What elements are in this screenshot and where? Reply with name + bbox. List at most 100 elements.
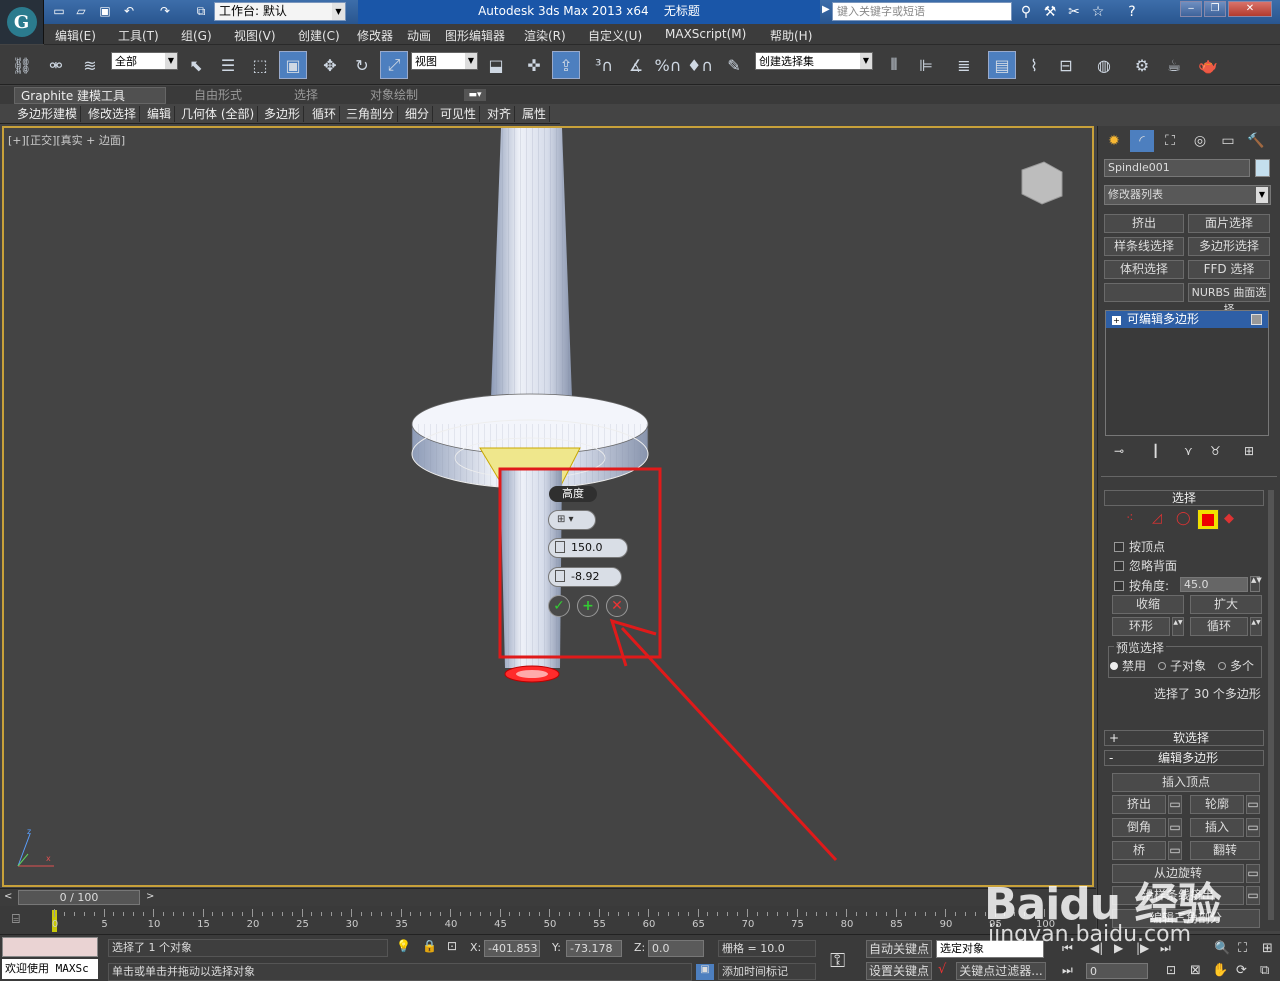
- fov-icon[interactable]: ⊠: [1190, 963, 1201, 978]
- project-folder-icon[interactable]: ⧉: [192, 2, 210, 20]
- y-coord-field[interactable]: -73.178: [566, 940, 622, 957]
- bridge-settings-icon[interactable]: ▭: [1168, 841, 1182, 860]
- subscription-icon[interactable]: ⚒: [1040, 2, 1060, 22]
- viewport[interactable]: [+][正交][真实 + 边面] z x 高度 ⊞ ▾ 150.0 -8.92 …: [2, 126, 1094, 887]
- time-slider[interactable]: 0 / 100: [18, 890, 140, 905]
- bridge-button[interactable]: 桥: [1112, 841, 1166, 860]
- create-tab-icon[interactable]: ✹: [1102, 130, 1126, 152]
- rotate-icon[interactable]: ↻: [348, 51, 376, 79]
- render-setup-icon[interactable]: ⚙: [1128, 51, 1156, 79]
- mod-ffd-select-button[interactable]: FFD 选择: [1188, 260, 1270, 279]
- caddy-height-field[interactable]: 150.0: [548, 538, 628, 558]
- angle-spinner[interactable]: 45.0: [1180, 577, 1248, 592]
- layer-manager-icon[interactable]: ≣: [950, 51, 978, 79]
- caddy-outline-field[interactable]: -8.92: [548, 567, 622, 587]
- panel-visibility[interactable]: 可见性: [437, 106, 481, 122]
- zoom-icon[interactable]: 🔍: [1214, 941, 1230, 956]
- edge-mode-icon[interactable]: ◿: [1152, 511, 1162, 526]
- menu-maxscript[interactable]: MAXScript(M): [665, 27, 746, 41]
- angle-spinner-arrows[interactable]: ▲▼: [1250, 576, 1262, 592]
- mod-spline-select-button[interactable]: 样条线选择: [1104, 237, 1184, 256]
- current-frame-field[interactable]: 0: [1086, 963, 1148, 979]
- modifier-list-select[interactable]: 修改器列表 ▼: [1104, 185, 1271, 205]
- help-icon[interactable]: ?: [1122, 2, 1142, 22]
- select-object-icon[interactable]: ⬉: [182, 51, 210, 79]
- menu-create[interactable]: 创建(C): [298, 27, 340, 44]
- panel-loops[interactable]: 循环: [309, 106, 341, 122]
- mod-empty-button[interactable]: [1104, 283, 1184, 302]
- panel-tris[interactable]: 三角剖分: [343, 106, 399, 122]
- ref-coord-select[interactable]: 视图 ▼: [411, 52, 478, 70]
- menu-views[interactable]: 视图(V): [234, 27, 276, 44]
- menu-group[interactable]: 组(G): [181, 27, 212, 44]
- rendered-frame-icon[interactable]: ☕: [1160, 51, 1188, 79]
- key-filters-button[interactable]: 关键点过滤器...: [956, 962, 1046, 980]
- app-logo-button[interactable]: G: [0, 0, 44, 44]
- panel-edit[interactable]: 编辑: [144, 106, 176, 122]
- ignore-backface-checkbox[interactable]: 忽略背面: [1114, 557, 1177, 574]
- set-key-icon[interactable]: ⚿: [830, 948, 845, 972]
- outline-settings-icon[interactable]: ▭: [1246, 795, 1260, 814]
- maxscript-listener-mini[interactable]: [2, 937, 98, 957]
- rollout-soft-selection-header[interactable]: + 软选择: [1104, 730, 1264, 746]
- orbit-icon[interactable]: ⟳: [1236, 963, 1247, 978]
- pin-stack-icon[interactable]: ⊸: [1114, 444, 1124, 458]
- mini-curve-editor-icon[interactable]: ⌸: [12, 912, 20, 927]
- workspace-select[interactable]: 工作台: 默认 ▼: [214, 2, 346, 21]
- configure-sets-icon[interactable]: ⊞: [1244, 444, 1254, 458]
- select-manipulate-icon[interactable]: ✜: [520, 51, 548, 79]
- key-mode-toggle-icon[interactable]: ⏭: [1062, 963, 1073, 978]
- object-color-swatch[interactable]: [1255, 159, 1270, 177]
- snap-3-icon[interactable]: ³∩: [590, 51, 618, 79]
- menu-rendering[interactable]: 渲染(R): [524, 27, 566, 44]
- outline-button[interactable]: 轮廓: [1190, 795, 1244, 814]
- mod-extrude-button[interactable]: 挤出: [1104, 214, 1184, 233]
- menu-customize[interactable]: 自定义(U): [588, 27, 642, 44]
- welcome-field[interactable]: 欢迎使用 MAXSc: [2, 959, 98, 979]
- curve-editor-icon[interactable]: ⌇: [1020, 51, 1048, 79]
- flip-button[interactable]: 翻转: [1190, 841, 1260, 860]
- lock-selection-icon[interactable]: 🔒: [422, 939, 437, 953]
- motion-tab-icon[interactable]: ◎: [1188, 130, 1212, 152]
- zoom-all-icon[interactable]: ⊞: [1262, 941, 1273, 956]
- mod-patch-select-button[interactable]: 面片选择: [1188, 214, 1270, 233]
- element-mode-icon[interactable]: ◆: [1224, 511, 1234, 526]
- time-config-icon[interactable]: ⊡: [1166, 963, 1176, 977]
- render-production-icon[interactable]: 🫖: [1194, 51, 1222, 79]
- scale-icon[interactable]: ⤢: [380, 51, 408, 79]
- menu-tools[interactable]: 工具(T): [118, 27, 159, 44]
- extrude-settings-icon[interactable]: ▭: [1168, 795, 1182, 814]
- add-time-tag-icon[interactable]: ▣: [696, 964, 714, 980]
- redo-icon[interactable]: ↷: [156, 2, 174, 20]
- link-icon[interactable]: ⛓: [8, 51, 36, 79]
- angle-snap-icon[interactable]: ∡: [622, 51, 650, 79]
- absolute-mode-icon[interactable]: ⊡: [447, 939, 457, 953]
- add-time-tag[interactable]: 添加时间标记: [718, 963, 816, 980]
- caddy-cancel-icon[interactable]: ✕: [606, 595, 628, 617]
- close-button[interactable]: ✕: [1228, 1, 1272, 17]
- isolate-icon[interactable]: 💡: [396, 939, 411, 953]
- panel-geometry-all[interactable]: 几何体 (全部): [178, 106, 259, 122]
- maximize-button[interactable]: ❐: [1204, 1, 1226, 17]
- x-coord-field[interactable]: -401.853: [484, 940, 540, 957]
- rollout-selection-header[interactable]: 选择: [1104, 490, 1264, 506]
- caddy-group-dropdown[interactable]: ⊞ ▾: [548, 510, 596, 530]
- border-mode-icon[interactable]: ◯: [1176, 511, 1191, 526]
- unlink-icon[interactable]: ⚮: [42, 51, 70, 79]
- favorites-icon[interactable]: ☆: [1088, 2, 1108, 22]
- bevel-settings-icon[interactable]: ▭: [1168, 818, 1182, 837]
- pan-icon[interactable]: ✋: [1212, 963, 1228, 978]
- by-angle-checkbox[interactable]: 按角度:: [1114, 577, 1169, 594]
- tab-object-paint[interactable]: 对象绘制: [364, 87, 424, 104]
- tab-freeform[interactable]: 自由形式: [188, 87, 248, 104]
- search-arrow-icon[interactable]: ▶: [822, 4, 830, 15]
- mod-nurbs-select-button[interactable]: NURBS 曲面选择: [1188, 283, 1270, 316]
- vertex-mode-icon[interactable]: ⁖: [1126, 511, 1134, 526]
- spinner-snap-icon[interactable]: ♦∩: [686, 51, 714, 79]
- preview-off-radio[interactable]: 禁用: [1110, 657, 1146, 674]
- ring-button[interactable]: 环形: [1112, 617, 1170, 636]
- utilities-tab-icon[interactable]: 🔨: [1244, 130, 1268, 152]
- set-key-button[interactable]: 设置关键点: [866, 962, 932, 980]
- auto-key-button[interactable]: 自动关键点: [866, 940, 932, 958]
- search-input[interactable]: 键入关键字或短语: [832, 2, 1012, 21]
